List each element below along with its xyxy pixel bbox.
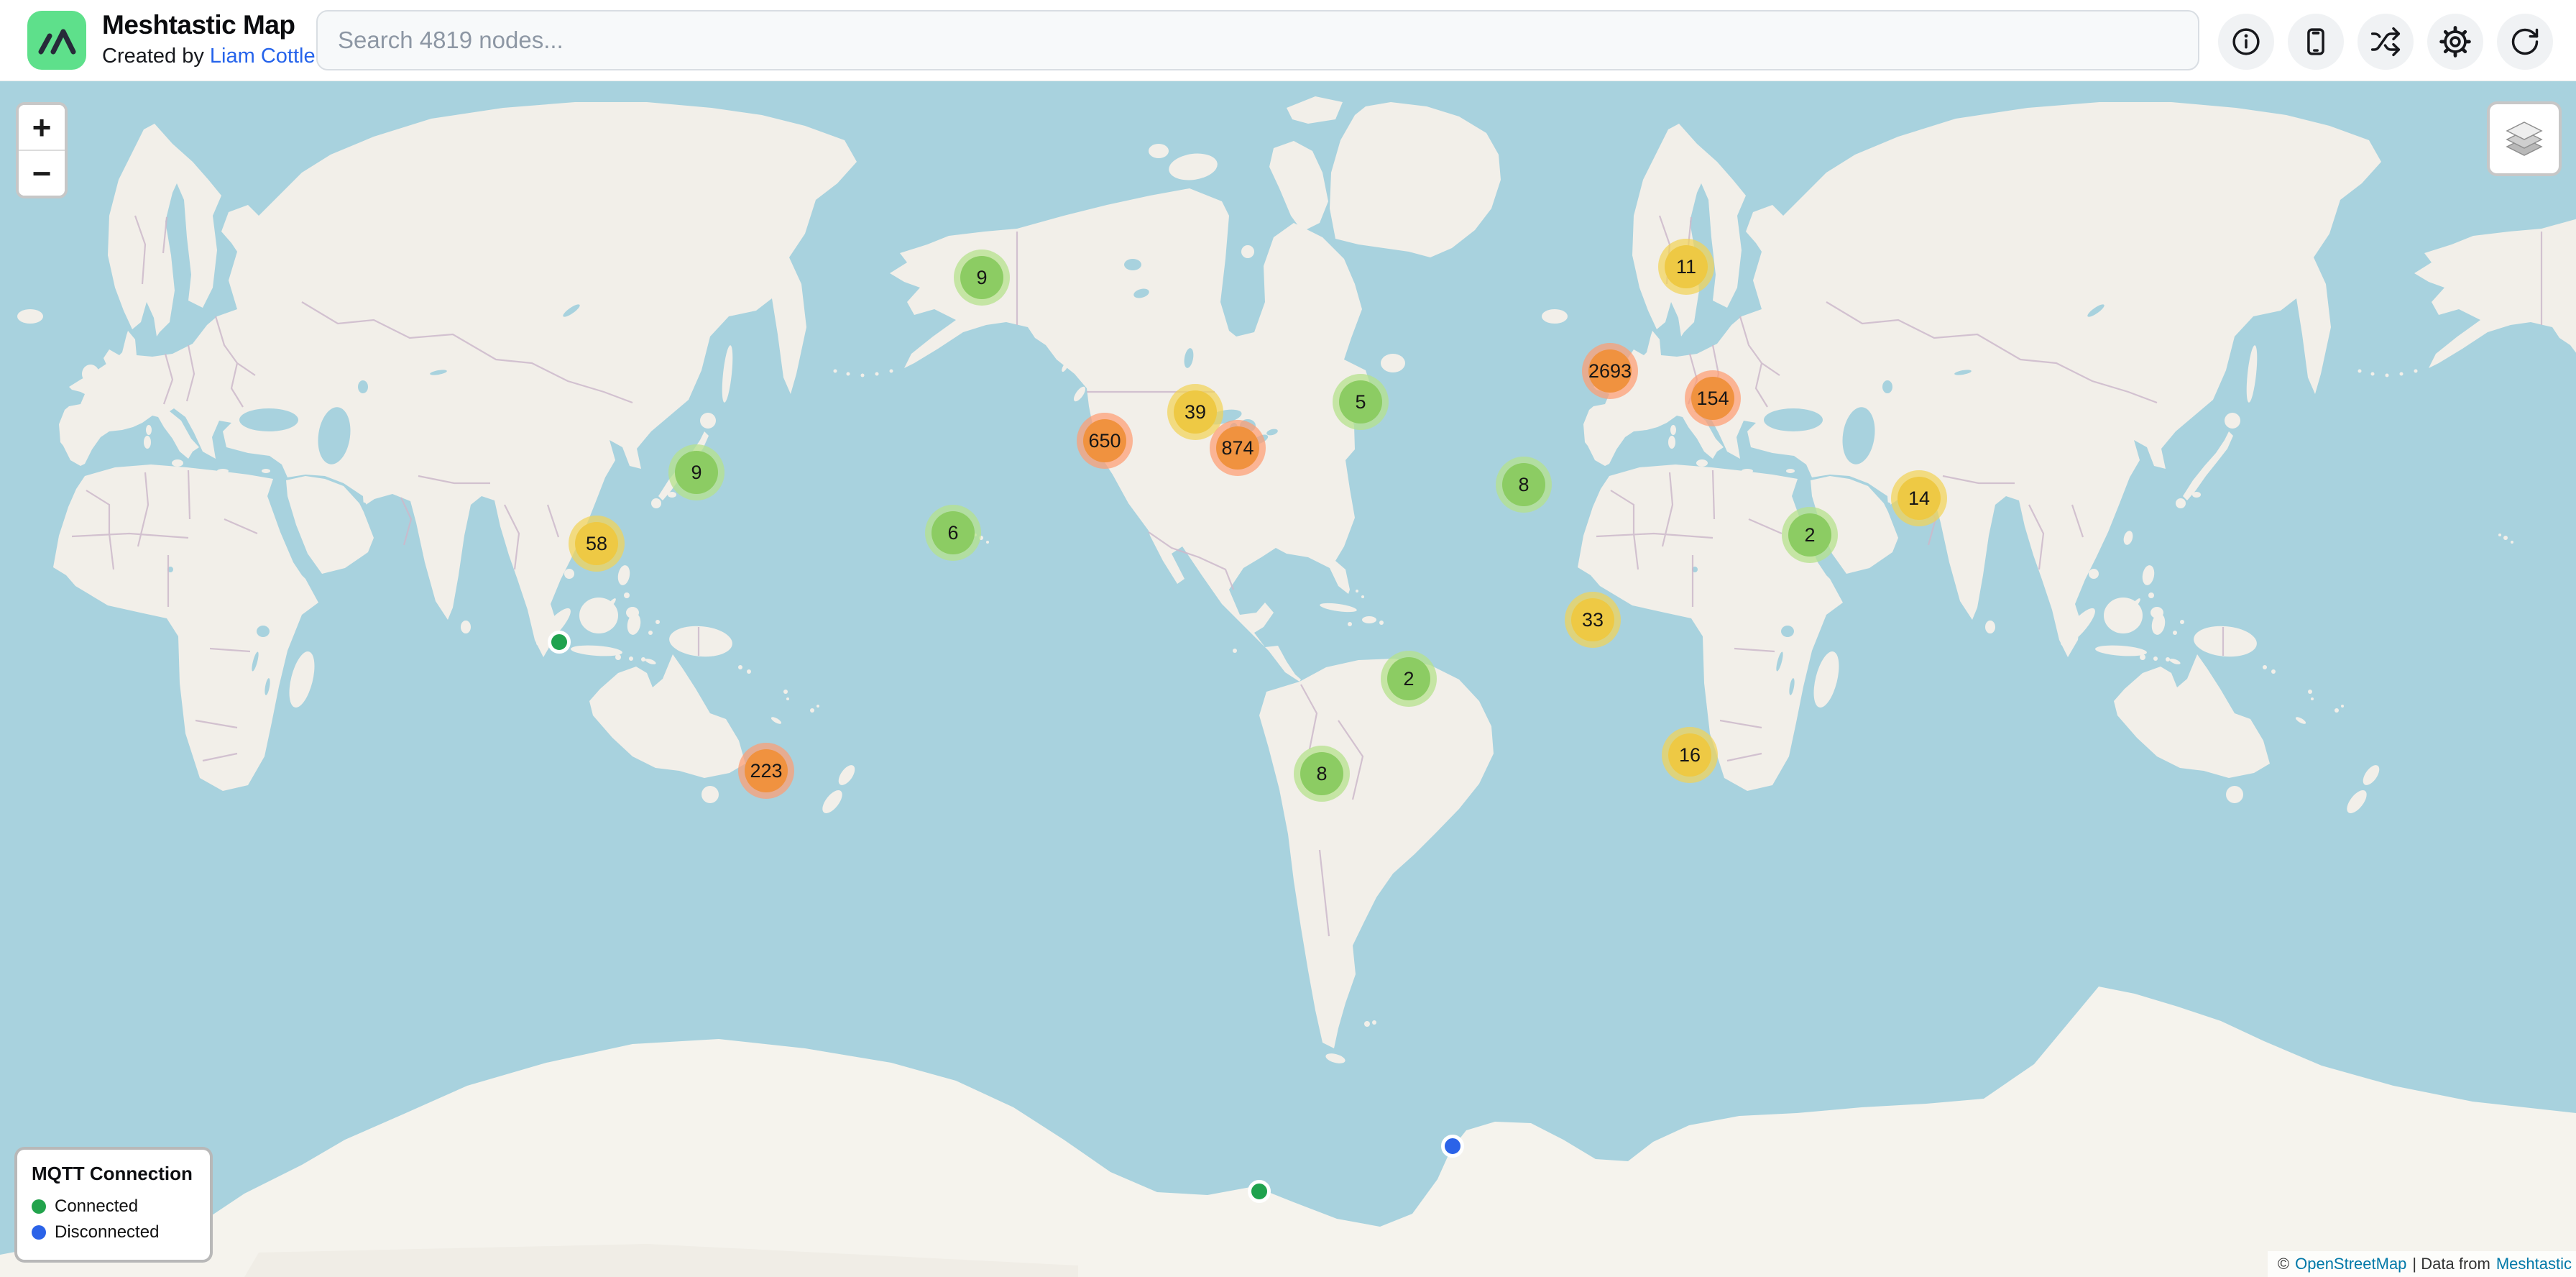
node-cluster[interactable]: 5 — [1333, 374, 1389, 430]
zoom-in-button[interactable]: + — [19, 105, 65, 150]
node-cluster-count: 650 — [1083, 419, 1126, 462]
attribution-separator: | Data from — [2412, 1255, 2490, 1273]
node-cluster-count: 39 — [1174, 390, 1217, 434]
zoom-control: + − — [16, 102, 68, 198]
node-cluster-count: 223 — [745, 749, 788, 792]
node-cluster[interactable]: 2 — [1381, 651, 1437, 707]
search-input[interactable] — [316, 10, 2199, 70]
byline-prefix: Created by — [102, 45, 204, 68]
legend-item-label: Connected — [55, 1194, 138, 1219]
node-cluster-count: 6 — [932, 511, 975, 554]
node-cluster-count: 11 — [1665, 245, 1708, 288]
node-cluster[interactable]: 8 — [1294, 746, 1350, 802]
neighbours-button[interactable] — [2358, 14, 2414, 70]
legend-item-label: Disconnected — [55, 1219, 159, 1245]
info-icon — [2230, 26, 2262, 58]
node-cluster[interactable]: 58 — [569, 516, 625, 572]
app-header: Meshtastic Map Created by Liam Cottle — [0, 0, 2576, 81]
refresh-button[interactable] — [2497, 14, 2553, 70]
node-cluster-count: 14 — [1898, 477, 1941, 520]
node-cluster[interactable]: 14 — [1891, 470, 1947, 526]
legend-item-disconnected: Disconnected — [32, 1219, 193, 1245]
node-cluster[interactable]: 16 — [1662, 727, 1718, 783]
mobile-app-button[interactable] — [2288, 14, 2344, 70]
copyright-symbol: © — [2278, 1255, 2289, 1273]
gear-icon — [2439, 26, 2471, 58]
node-cluster-count: 2693 — [1588, 349, 1632, 393]
map-attribution: © OpenStreetMap | Data from Meshtastic — [2268, 1251, 2576, 1277]
meshtastic-link[interactable]: Meshtastic — [2496, 1255, 2572, 1273]
node-cluster-count: 9 — [675, 451, 718, 494]
node-cluster-count: 8 — [1502, 463, 1545, 506]
smartphone-icon — [2300, 26, 2332, 58]
disconnected-dot-icon — [32, 1225, 46, 1240]
node-cluster-count: 33 — [1571, 598, 1614, 641]
mqtt-legend-title: MQTT Connection — [32, 1163, 193, 1185]
node-cluster[interactable]: 11 — [1658, 239, 1714, 295]
meshtastic-logo — [27, 11, 86, 70]
node-cluster-count: 2 — [1788, 513, 1831, 557]
node-cluster-count: 16 — [1668, 733, 1711, 777]
zoom-out-button[interactable]: − — [19, 150, 65, 196]
layers-control-button[interactable] — [2487, 101, 2562, 176]
layers-icon — [2504, 121, 2544, 157]
settings-button[interactable] — [2427, 14, 2483, 70]
shuffle-icon — [2370, 26, 2401, 58]
node-cluster-count: 5 — [1339, 380, 1382, 424]
author-link[interactable]: Liam Cottle — [210, 45, 316, 68]
node-cluster[interactable]: 154 — [1685, 370, 1741, 426]
page-title: Meshtastic Map — [102, 9, 316, 42]
node-cluster-count: 154 — [1691, 377, 1734, 420]
meshtastic-logo-icon — [37, 26, 76, 55]
byline: Created by Liam Cottle — [102, 42, 316, 70]
node-cluster-count: 8 — [1300, 752, 1343, 795]
node-marker-disconnected[interactable] — [1441, 1135, 1464, 1158]
node-cluster[interactable]: 2 — [1782, 507, 1838, 563]
info-button[interactable] — [2218, 14, 2274, 70]
mqtt-legend: MQTT Connection Connected Disconnected — [14, 1147, 213, 1263]
node-cluster-count: 58 — [575, 522, 618, 565]
node-cluster[interactable]: 874 — [1210, 420, 1266, 476]
node-marker-connected[interactable] — [1248, 1180, 1271, 1203]
node-cluster[interactable]: 9 — [668, 444, 724, 500]
connected-dot-icon — [32, 1199, 46, 1214]
landmass-antarctica — [0, 987, 2576, 1277]
node-cluster[interactable]: 9 — [954, 250, 1010, 306]
node-cluster-count: 9 — [960, 256, 1003, 299]
node-cluster[interactable]: 6 — [925, 505, 981, 561]
node-cluster-count: 874 — [1216, 426, 1259, 470]
map-canvas[interactable]: + − 9 39 650 874 5 11 2693 154 8 14 2 33 16 2 8 223 58 9 6… — [0, 81, 2576, 1277]
title-block: Meshtastic Map Created by Liam Cottle — [102, 9, 316, 70]
node-cluster[interactable]: 650 — [1077, 413, 1133, 469]
world-map-tiles — [0, 81, 2576, 1277]
openstreetmap-link[interactable]: OpenStreetMap — [2295, 1255, 2406, 1273]
node-cluster[interactable]: 33 — [1565, 592, 1621, 648]
refresh-icon — [2509, 26, 2541, 58]
node-cluster[interactable]: 2693 — [1582, 343, 1638, 399]
node-cluster-count: 2 — [1387, 657, 1430, 700]
node-cluster[interactable]: 8 — [1496, 457, 1552, 513]
node-marker-connected[interactable] — [548, 631, 571, 654]
legend-item-connected: Connected — [32, 1194, 193, 1219]
node-cluster[interactable]: 223 — [738, 743, 794, 799]
